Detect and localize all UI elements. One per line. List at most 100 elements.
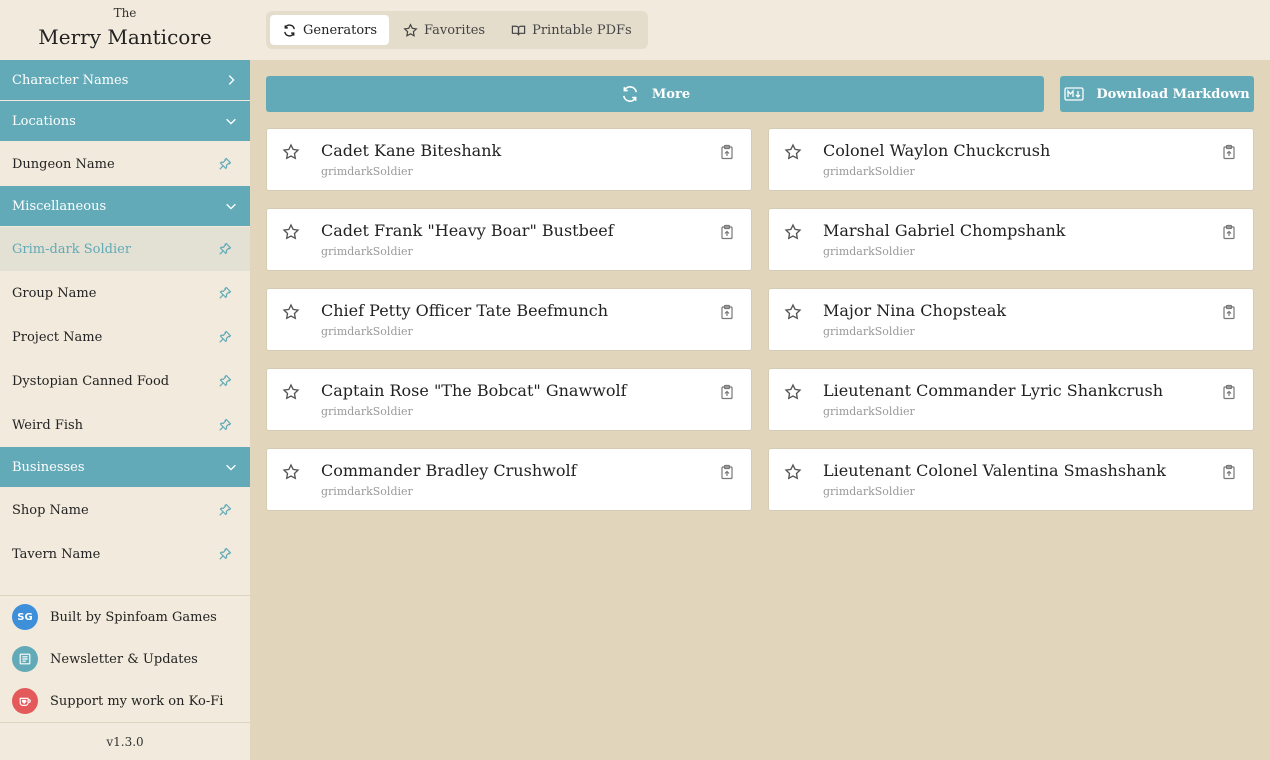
pin-icon[interactable] xyxy=(218,418,232,432)
result-card: Marshal Gabriel Chompshank grimdarkSoldi… xyxy=(768,208,1254,271)
pin-icon[interactable] xyxy=(218,503,232,517)
star-icon[interactable] xyxy=(282,303,300,321)
section-character-names[interactable]: Character Names xyxy=(0,60,250,100)
sidebar-item-grim-dark-soldier[interactable]: Grim-dark Soldier xyxy=(0,227,250,271)
sidebar-item-dystopian-canned-food[interactable]: Dystopian Canned Food xyxy=(0,359,250,403)
result-type: grimdarkSoldier xyxy=(321,485,413,498)
built-by-link[interactable]: SG Built by Spinfoam Games xyxy=(0,596,250,638)
result-name: Lieutenant Colonel Valentina Smashshank xyxy=(823,461,1166,480)
main-content: More Download Markdown Cadet Kane Bitesh… xyxy=(266,76,1254,511)
result-type: grimdarkSoldier xyxy=(321,165,413,178)
sidebar-item-project-name[interactable]: Project Name xyxy=(0,315,250,359)
more-label: More xyxy=(651,86,691,102)
clipboard-icon[interactable] xyxy=(719,304,735,320)
clipboard-icon[interactable] xyxy=(719,224,735,240)
result-card: Major Nina Chopsteak grimdarkSoldier xyxy=(768,288,1254,351)
star-icon xyxy=(403,22,418,37)
pin-icon[interactable] xyxy=(218,242,232,256)
sidebar-item-label: Grim-dark Soldier xyxy=(12,241,132,257)
result-name: Marshal Gabriel Chompshank xyxy=(823,221,1066,240)
tab-bar: Generators Favorites Printable PDFs xyxy=(266,11,648,49)
section-label: Locations xyxy=(12,113,76,129)
section-label: Character Names xyxy=(12,72,129,88)
version-label: v1.3.0 xyxy=(0,722,250,760)
tab-favorites[interactable]: Favorites xyxy=(391,15,497,45)
clipboard-icon[interactable] xyxy=(719,464,735,480)
sidebar-item-dungeon-name[interactable]: Dungeon Name xyxy=(0,142,250,186)
newsletter-label: Newsletter & Updates xyxy=(50,651,198,667)
coffee-cup-icon xyxy=(12,688,38,714)
action-bar: More Download Markdown xyxy=(266,76,1254,112)
sidebar-item-label: Group Name xyxy=(12,285,97,301)
result-type: grimdarkSoldier xyxy=(823,485,915,498)
result-type: grimdarkSoldier xyxy=(321,405,413,418)
result-type: grimdarkSoldier xyxy=(823,325,915,338)
star-icon[interactable] xyxy=(784,303,802,321)
newsletter-link[interactable]: Newsletter & Updates xyxy=(0,638,250,680)
chevron-down-icon xyxy=(226,118,236,125)
result-card: Colonel Waylon Chuckcrush grimdarkSoldie… xyxy=(768,128,1254,191)
pin-icon[interactable] xyxy=(218,547,232,561)
star-icon[interactable] xyxy=(784,383,802,401)
sidebar-item-label: Shop Name xyxy=(12,502,89,518)
sidebar-item-label: Dungeon Name xyxy=(12,156,115,172)
sidebar-item-shop-name[interactable]: Shop Name xyxy=(0,488,250,532)
clipboard-icon[interactable] xyxy=(1221,224,1237,240)
brand-small-text: The xyxy=(113,6,137,20)
sidebar-item-tavern-name[interactable]: Tavern Name xyxy=(0,532,250,576)
built-by-label: Built by Spinfoam Games xyxy=(50,609,217,625)
chevron-down-icon xyxy=(226,203,236,210)
tab-label: Generators xyxy=(303,22,378,38)
section-locations[interactable]: Locations xyxy=(0,101,250,141)
sidebar: The Merry Manticore Character Names Loca… xyxy=(0,0,250,760)
pin-icon[interactable] xyxy=(218,286,232,300)
avatar: SG xyxy=(12,604,38,630)
section-label: Businesses xyxy=(12,459,85,475)
download-label: Download Markdown xyxy=(1096,86,1250,102)
clipboard-icon[interactable] xyxy=(719,144,735,160)
tab-generators[interactable]: Generators xyxy=(270,15,390,45)
more-button[interactable]: More xyxy=(266,76,1044,112)
section-businesses[interactable]: Businesses xyxy=(0,447,250,487)
star-icon[interactable] xyxy=(282,383,300,401)
clipboard-icon[interactable] xyxy=(1221,464,1237,480)
result-name: Lieutenant Commander Lyric Shankcrush xyxy=(823,381,1164,400)
star-icon[interactable] xyxy=(282,463,300,481)
pin-icon[interactable] xyxy=(218,157,232,171)
refresh-icon xyxy=(622,86,637,102)
kofi-link[interactable]: Support my work on Ko-Fi xyxy=(0,680,250,722)
download-markdown-button[interactable]: Download Markdown xyxy=(1060,76,1254,112)
tab-label: Printable PDFs xyxy=(532,22,632,38)
section-miscellaneous[interactable]: Miscellaneous xyxy=(0,186,250,226)
star-icon[interactable] xyxy=(282,143,300,161)
result-card: Commander Bradley Crushwolf grimdarkSold… xyxy=(266,448,752,511)
result-type: grimdarkSoldier xyxy=(321,325,413,338)
result-name: Captain Rose "The Bobcat" Gnawwolf xyxy=(321,381,627,400)
result-type: grimdarkSoldier xyxy=(823,245,915,258)
pin-icon[interactable] xyxy=(218,374,232,388)
markdown-icon xyxy=(1064,87,1084,101)
sidebar-item-group-name[interactable]: Group Name xyxy=(0,271,250,315)
star-icon[interactable] xyxy=(784,463,802,481)
star-icon[interactable] xyxy=(784,143,802,161)
brand-logo[interactable]: The Merry Manticore xyxy=(0,0,250,60)
clipboard-icon[interactable] xyxy=(1221,384,1237,400)
sidebar-item-label: Weird Fish xyxy=(12,417,84,433)
star-icon[interactable] xyxy=(784,223,802,241)
clipboard-icon[interactable] xyxy=(1221,304,1237,320)
section-label: Miscellaneous xyxy=(12,198,107,214)
result-type: grimdarkSoldier xyxy=(321,245,413,258)
tab-printable-pdfs[interactable]: Printable PDFs xyxy=(499,15,644,45)
result-name: Cadet Frank "Heavy Boar" Bustbeef xyxy=(321,221,614,240)
clipboard-icon[interactable] xyxy=(719,384,735,400)
sidebar-footer: SG Built by Spinfoam Games Newsletter & … xyxy=(0,595,250,722)
pin-icon[interactable] xyxy=(218,330,232,344)
clipboard-icon[interactable] xyxy=(1221,144,1237,160)
sidebar-item-weird-fish[interactable]: Weird Fish xyxy=(0,403,250,447)
star-icon[interactable] xyxy=(282,223,300,241)
top-bar: Generators Favorites Printable PDFs xyxy=(250,0,1270,60)
result-name: Colonel Waylon Chuckcrush xyxy=(823,141,1051,160)
result-card: Cadet Frank "Heavy Boar" Bustbeef grimda… xyxy=(266,208,752,271)
result-card: Cadet Kane Biteshank grimdarkSoldier xyxy=(266,128,752,191)
result-name: Commander Bradley Crushwolf xyxy=(321,461,577,480)
